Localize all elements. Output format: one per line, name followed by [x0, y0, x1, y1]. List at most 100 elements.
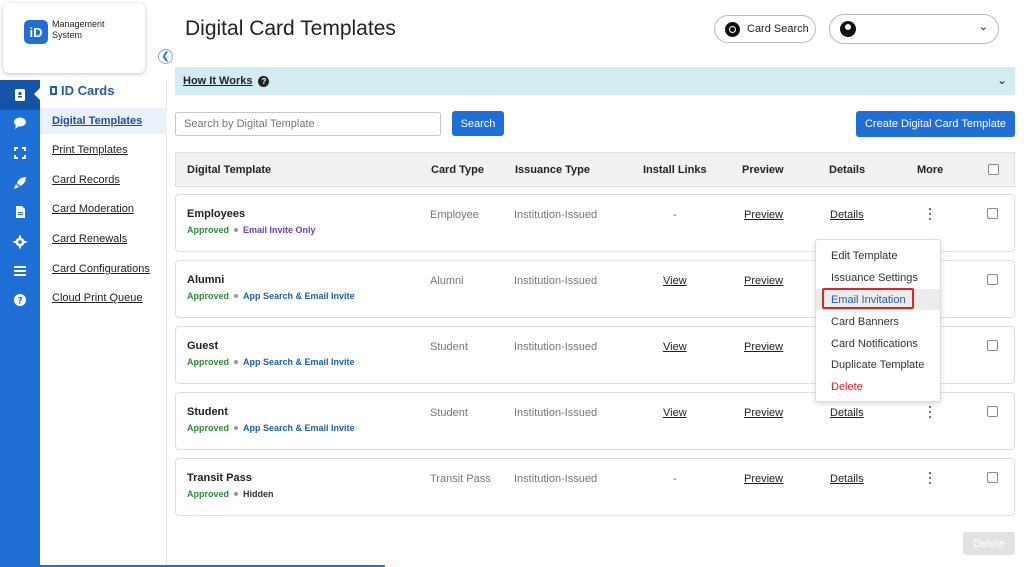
- row-checkbox[interactable]: [987, 208, 998, 219]
- menu-item-card-banners[interactable]: Card Banners: [816, 311, 940, 332]
- list-icon: [14, 266, 26, 276]
- gear-icon: [13, 235, 27, 249]
- separator-dot: [234, 426, 239, 430]
- id-card-icon: [15, 89, 25, 101]
- issuance-type: Institution-Issued: [514, 407, 598, 419]
- row-checkbox[interactable]: [987, 340, 998, 351]
- select-all-checkbox[interactable]: [988, 164, 999, 175]
- chevron-down-icon[interactable]: ⌄: [997, 73, 1007, 87]
- sidebar-item-card-moderation[interactable]: Card Moderation: [40, 196, 167, 222]
- template-status: Approved Hidden: [187, 489, 274, 499]
- template-name: Employees: [187, 208, 246, 220]
- create-digital-card-template-button[interactable]: Create Digital Card Template: [856, 111, 1015, 137]
- issuance-type: Institution-Issued: [514, 275, 598, 287]
- card-type: Student: [430, 407, 468, 419]
- id-card-icon: [50, 86, 57, 95]
- scan-icon: [14, 147, 26, 159]
- how-it-works-panel[interactable]: How It Works ? ⌄: [175, 67, 1015, 95]
- template-name: Guest: [187, 340, 219, 352]
- rail-rocket-button[interactable]: [0, 168, 40, 198]
- invite-mode: Hidden: [243, 489, 274, 499]
- preview-link[interactable]: Preview: [744, 473, 783, 485]
- sidebar-item-card-records[interactable]: Card Records: [40, 167, 167, 193]
- avatar-icon: [840, 21, 856, 37]
- delete-button[interactable]: Delete: [963, 532, 1015, 555]
- chat-icon: [14, 117, 26, 129]
- menu-item-issuance-settings[interactable]: Issuance Settings: [816, 267, 940, 288]
- chevron-down-icon: ⌄: [978, 21, 988, 33]
- row-checkbox[interactable]: [987, 274, 998, 285]
- template-status: Approved App Search & Email Invite: [187, 357, 355, 367]
- logo-badge: iD: [24, 20, 48, 44]
- how-it-works-label[interactable]: How It Works: [183, 75, 252, 87]
- preview-link[interactable]: Preview: [744, 407, 783, 419]
- table-row: Transit Pass Approved Hidden Transit Pas…: [175, 458, 1015, 516]
- document-icon: [16, 206, 25, 218]
- header-issuance-type: Issuance Type: [515, 164, 590, 176]
- invite-mode: App Search & Email Invite: [243, 423, 355, 433]
- card-search-button[interactable]: Card Search: [714, 15, 816, 43]
- preview-link[interactable]: Preview: [744, 341, 783, 353]
- rail-settings-button[interactable]: [0, 227, 40, 257]
- details-link[interactable]: Details: [830, 473, 864, 485]
- separator-dot: [234, 360, 239, 364]
- header-more: More: [917, 164, 944, 176]
- question-icon: ?: [258, 75, 270, 87]
- sub-sidebar: ID Cards Digital Templates Print Templat…: [40, 80, 167, 567]
- more-options-icon[interactable]: [928, 472, 932, 484]
- chevron-left-icon: ❮: [161, 50, 170, 62]
- menu-item-delete[interactable]: Delete: [816, 376, 940, 397]
- template-name: Alumni: [187, 274, 225, 286]
- sidebar-item-print-templates[interactable]: Print Templates: [40, 137, 167, 163]
- details-link[interactable]: Details: [830, 209, 864, 221]
- rail-chat-button[interactable]: [0, 108, 40, 138]
- row-checkbox[interactable]: [987, 472, 998, 483]
- highlight-annotation-box: [822, 288, 914, 309]
- issuance-type: Institution-Issued: [514, 473, 598, 485]
- more-options-icon[interactable]: [928, 208, 932, 220]
- preview-link[interactable]: Preview: [744, 209, 783, 221]
- issuance-type: Institution-Issued: [514, 209, 598, 221]
- install-links-empty: -: [673, 209, 677, 221]
- sidebar-item-cloud-print-queue[interactable]: Cloud Print Queue: [40, 285, 167, 311]
- collapse-sidebar-button[interactable]: ❮: [158, 49, 173, 64]
- header-digital-template: Digital Template: [187, 164, 272, 176]
- header-install-links: Install Links: [643, 164, 707, 176]
- card-type: Transit Pass: [430, 473, 491, 485]
- install-view-link[interactable]: View: [663, 341, 687, 353]
- menu-item-card-notifications[interactable]: Card Notifications: [816, 333, 940, 354]
- more-options-icon[interactable]: [928, 406, 932, 418]
- card-type: Student: [430, 341, 468, 353]
- search-button[interactable]: Search: [452, 111, 504, 136]
- rail-help-button[interactable]: ?: [0, 285, 40, 315]
- status-label: Approved: [187, 489, 230, 499]
- separator-dot: [234, 228, 239, 232]
- preview-link[interactable]: Preview: [744, 275, 783, 287]
- rail-list-button[interactable]: [0, 256, 40, 286]
- user-menu-select[interactable]: ⌄: [829, 14, 999, 44]
- details-link[interactable]: Details: [830, 407, 864, 419]
- rail-document-button[interactable]: [0, 197, 40, 227]
- status-label: Approved: [187, 291, 230, 301]
- rocket-icon: [14, 177, 26, 189]
- menu-item-duplicate-template[interactable]: Duplicate Template: [816, 354, 940, 375]
- template-status: Approved App Search & Email Invite: [187, 423, 355, 433]
- status-label: Approved: [187, 225, 230, 235]
- logo-line-1: Management: [52, 19, 105, 29]
- table-header: Digital Template Card Type Issuance Type…: [175, 152, 1015, 187]
- status-label: Approved: [187, 423, 230, 433]
- sidebar-item-digital-templates[interactable]: Digital Templates: [40, 108, 167, 134]
- install-view-link[interactable]: View: [663, 407, 687, 419]
- menu-item-edit-template[interactable]: Edit Template: [816, 245, 940, 266]
- card-type: Alumni: [430, 275, 464, 287]
- card-search-label: Card Search: [747, 23, 809, 35]
- template-search-input[interactable]: [175, 112, 441, 136]
- more-options-menu: Edit Template Issuance Settings Email In…: [815, 239, 941, 402]
- install-view-link[interactable]: View: [663, 275, 687, 287]
- row-checkbox[interactable]: [987, 406, 998, 417]
- invite-mode: App Search & Email Invite: [243, 291, 355, 301]
- sidebar-item-card-configurations[interactable]: Card Configurations: [40, 256, 167, 282]
- rail-scan-button[interactable]: [0, 138, 40, 168]
- sidebar-item-card-renewals[interactable]: Card Renewals: [40, 226, 167, 252]
- subnav-title: ID Cards: [50, 83, 114, 98]
